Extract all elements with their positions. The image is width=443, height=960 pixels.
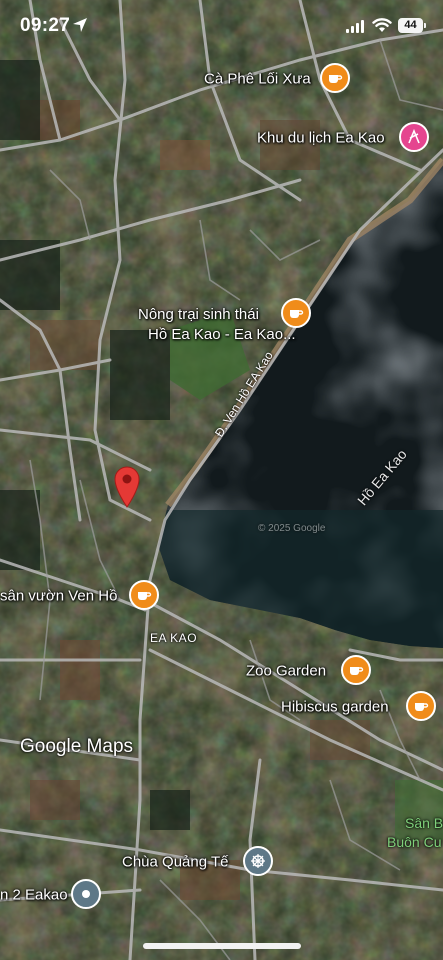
poi-label: sân vườn Ven Hồ <box>0 587 118 605</box>
place-dot-icon <box>71 879 101 909</box>
poi-chua-quang-te[interactable]: Chùa Quảng Tế <box>122 846 274 878</box>
coffee-icon <box>129 580 159 610</box>
poi-zoo-garden[interactable]: Zoo Garden <box>246 655 372 687</box>
poi-khu-du-lich-ea-kao[interactable]: Khu du lịch Ea Kao <box>257 122 429 154</box>
poi-ca-phe-loi-xua[interactable]: Cà Phê Lối Xưa <box>204 63 350 95</box>
area-label: EA KAO <box>150 631 198 645</box>
dharma-wheel-icon <box>243 846 273 876</box>
poi-label-line2: Hồ Ea Kao - Ea Kao... <box>148 326 296 343</box>
poi-label: Chùa Quảng Tế <box>122 853 229 871</box>
coffee-icon <box>406 691 436 721</box>
poi-label: Khu du lịch Ea Kao <box>257 129 385 147</box>
google-maps-logo: Google Maps <box>20 736 134 757</box>
copyright-label: © 2025 Google <box>258 523 326 534</box>
edge-green-label-line2: Buôn Cu <box>387 834 442 850</box>
poi-hibiscus-garden[interactable]: Hibiscus garden <box>281 691 437 723</box>
wifi-icon <box>372 18 392 32</box>
poi-label: Zoo Garden <box>246 662 327 680</box>
poi-n-2-eakao[interactable]: n 2 Eakao <box>0 879 102 911</box>
status-time: 09:27 <box>20 15 71 36</box>
poi-nong-trai-sinh-thai[interactable]: Nông trại sinh thái Hồ Ea Kao - Ea Kao..… <box>138 296 311 343</box>
edge-green-label-line1: Sân B <box>405 815 443 831</box>
battery-icon: 44 <box>398 18 426 33</box>
poi-san-vuon-ven-ho[interactable]: sân vườn Ven Hồ <box>0 580 160 612</box>
poi-label: Hibiscus garden <box>281 698 389 716</box>
cellular-signal-icon <box>346 20 364 33</box>
coffee-icon <box>320 63 350 93</box>
status-bar: 09:27 44 <box>0 0 443 52</box>
coffee-icon <box>341 655 371 685</box>
red-pin-icon[interactable] <box>112 464 142 508</box>
coffee-icon <box>281 298 311 328</box>
location-arrow-icon <box>73 18 87 32</box>
poi-label-line1: Nông trại sinh thái <box>138 306 259 323</box>
pin-flag-icon <box>399 122 429 152</box>
poi-label: Cà Phê Lối Xưa <box>204 70 311 88</box>
poi-label: n 2 Eakao <box>0 886 68 904</box>
home-indicator[interactable] <box>143 943 301 949</box>
